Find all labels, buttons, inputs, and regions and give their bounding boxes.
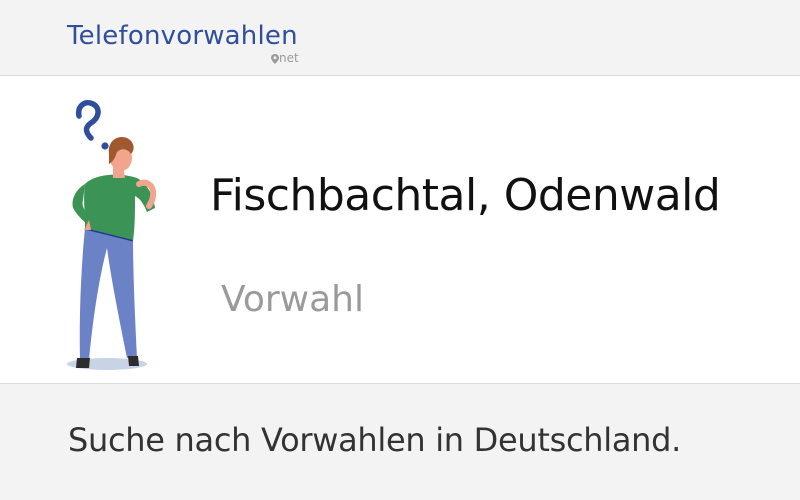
- search-tagline: Suche nach Vorwahlen in Deutschland.: [68, 421, 682, 459]
- logo-domain-suffix: net: [279, 51, 299, 65]
- site-header: Telefonvorwahlen net: [0, 0, 800, 76]
- site-logo-link[interactable]: Telefonvorwahlen net: [67, 20, 327, 70]
- page-subtitle: Vorwahl: [221, 279, 364, 320]
- hero-section: Fischbachtal, Odenwald Vorwahl: [0, 76, 800, 384]
- logo-text: Telefonvorwahlen: [67, 21, 298, 51]
- person-question-mark-illustration: [67, 100, 157, 370]
- location-pin-icon: [271, 54, 279, 64]
- page-title: Fischbachtal, Odenwald: [210, 170, 721, 221]
